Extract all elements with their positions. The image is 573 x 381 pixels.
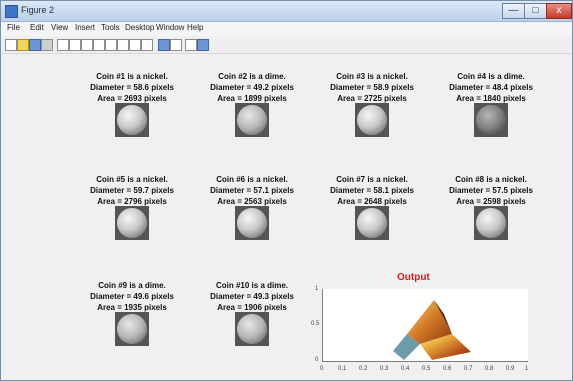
coin-3-diameter: Diameter = 58.9 pixels [330, 83, 414, 92]
coin-8-type: Coin #8 is a nickel. [455, 175, 527, 184]
x-tick-0-6: 0.6 [443, 366, 452, 372]
brush-icon[interactable] [129, 39, 141, 51]
coin-10-type: Coin #10 is a dime. [215, 281, 289, 290]
zoom-in-icon[interactable] [69, 39, 81, 51]
figure-window: Figure 2 — □ x File Edit View Insert Too… [0, 0, 573, 381]
coin-7-type: Coin #7 is a nickel. [336, 175, 408, 184]
colorbar-icon[interactable] [158, 39, 170, 51]
x-tick-0-8: 0.8 [485, 366, 494, 372]
coin-panel-6: Coin #6 is a nickel. Diameter = 57.1 pix… [187, 175, 317, 270]
output-panel: Output 1 0.5 0 0 0.1 0.2 0.3 0.4 0.5 0.6… [311, 272, 533, 380]
menu-view[interactable]: View [51, 23, 68, 32]
x-tick-0-9: 0.9 [506, 366, 515, 372]
print-icon[interactable] [41, 39, 53, 51]
rotate-icon[interactable] [105, 39, 117, 51]
coin-panel-8: Coin #8 is a nickel. Diameter = 57.5 pix… [426, 175, 556, 270]
x-tick-0-5: 0.5 [422, 366, 431, 372]
coin-1-diameter: Diameter = 58.6 pixels [90, 83, 174, 92]
menu-insert[interactable]: Insert [75, 23, 95, 32]
coin-image-8 [474, 206, 508, 240]
coin-panel-3: Coin #3 is a nickel. Diameter = 58.9 pix… [307, 72, 437, 167]
coin-image-3 [355, 103, 389, 137]
coin-6-type: Coin #6 is a nickel. [216, 175, 288, 184]
coin-9-type: Coin #9 is a dime. [98, 281, 166, 290]
coin-2-diameter: Diameter = 49.2 pixels [210, 83, 294, 92]
coin-image-5 [115, 206, 149, 240]
coin-image-2 [235, 103, 269, 137]
coin-7-diameter: Diameter = 58.1 pixels [330, 186, 414, 195]
menu-help[interactable]: Help [187, 23, 203, 32]
y-tick-0: 0 [315, 357, 319, 363]
minimize-button[interactable]: — [502, 3, 525, 19]
coin-6-diameter: Diameter = 57.1 pixels [210, 186, 294, 195]
matlab-icon [5, 5, 18, 18]
coin-10-diameter: Diameter = 49.3 pixels [210, 292, 294, 301]
coin-image-1 [115, 103, 149, 137]
close-button[interactable]: x [546, 3, 572, 19]
coin-4-type: Coin #4 is a dime. [457, 72, 525, 81]
maximize-button[interactable]: □ [524, 3, 547, 19]
coin-panel-1: Coin #1 is a nickel. Diameter = 58.6 pix… [67, 72, 197, 167]
hide-plot-icon[interactable] [185, 39, 197, 51]
x-tick-0: 0 [320, 366, 324, 372]
coin-image-6 [235, 206, 269, 240]
new-icon[interactable] [5, 39, 17, 51]
coin-image-9 [115, 312, 149, 346]
window-title: Figure 2 [21, 5, 55, 15]
pan-icon[interactable] [93, 39, 105, 51]
zoom-out-icon[interactable] [81, 39, 93, 51]
x-tick-0-7: 0.7 [464, 366, 473, 372]
coin-4-diameter: Diameter = 48.4 pixels [449, 83, 533, 92]
toolbar [1, 37, 572, 54]
coin-1-type: Coin #1 is a nickel. [96, 72, 168, 81]
x-tick-1: 1 [525, 366, 529, 372]
link-icon[interactable] [141, 39, 153, 51]
coin-panel-9: Coin #9 is a dime. Diameter = 49.6 pixel… [67, 281, 197, 376]
coin-2-type: Coin #2 is a dime. [218, 72, 286, 81]
x-tick-0-3: 0.3 [380, 366, 389, 372]
surface-plot [393, 300, 471, 360]
x-tick-0-2: 0.2 [359, 366, 368, 372]
show-plot-icon[interactable] [197, 39, 209, 51]
menu-window[interactable]: Window [156, 23, 184, 32]
figure-canvas: Coin #1 is a nickel. Diameter = 58.6 pix… [1, 54, 572, 380]
legend-icon[interactable] [170, 39, 182, 51]
x-tick-0-1: 0.1 [338, 366, 347, 372]
menu-file[interactable]: File [7, 23, 20, 32]
coin-8-diameter: Diameter = 57.5 pixels [449, 186, 533, 195]
y-tick-0-5: 0.5 [311, 321, 320, 327]
save-icon[interactable] [29, 39, 41, 51]
data-cursor-icon[interactable] [117, 39, 129, 51]
coin-panel-5: Coin #5 is a nickel. Diameter = 59.7 pix… [67, 175, 197, 270]
coin-5-type: Coin #5 is a nickel. [96, 175, 168, 184]
menu-desktop[interactable]: Desktop [125, 23, 154, 32]
x-tick-0-4: 0.4 [401, 366, 410, 372]
menu-edit[interactable]: Edit [30, 23, 44, 32]
coin-panel-2: Coin #2 is a dime. Diameter = 49.2 pixel… [187, 72, 317, 167]
surface-plot-axes[interactable] [322, 289, 528, 362]
coin-5-diameter: Diameter = 59.7 pixels [90, 186, 174, 195]
coin-panel-4: Coin #4 is a dime. Diameter = 48.4 pixel… [426, 72, 556, 167]
coin-image-7 [355, 206, 389, 240]
output-title: Output [397, 272, 430, 283]
menu-tools[interactable]: Tools [101, 23, 120, 32]
coin-image-4 [474, 103, 508, 137]
coin-3-type: Coin #3 is a nickel. [336, 72, 408, 81]
y-tick-1: 1 [315, 286, 319, 292]
menu-bar: File Edit View Insert Tools Desktop Wind… [1, 22, 572, 36]
title-bar[interactable]: Figure 2 — □ x [1, 1, 572, 22]
coin-9-diameter: Diameter = 49.6 pixels [90, 292, 174, 301]
coin-image-10 [235, 312, 269, 346]
coin-panel-10: Coin #10 is a dime. Diameter = 49.3 pixe… [187, 281, 317, 376]
pointer-icon[interactable] [57, 39, 69, 51]
coin-panel-7: Coin #7 is a nickel. Diameter = 58.1 pix… [307, 175, 437, 270]
open-icon[interactable] [17, 39, 29, 51]
